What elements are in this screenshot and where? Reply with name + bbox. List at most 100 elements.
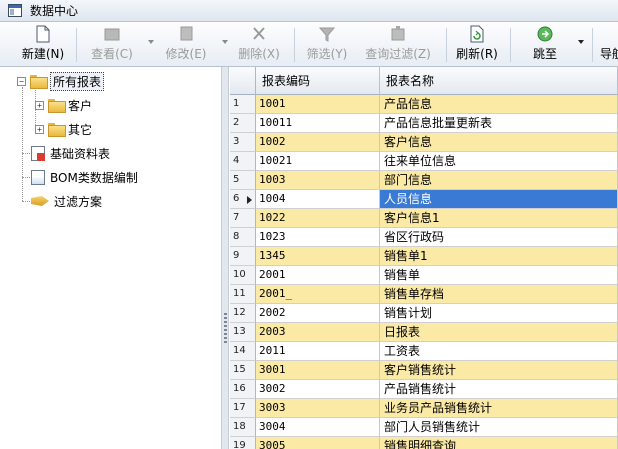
row-number[interactable]: 4 [230, 152, 256, 171]
table-row[interactable]: 12 2002 销售计划 [230, 304, 618, 323]
table-row[interactable]: 9 1345 销售单1 [230, 247, 618, 266]
table-row[interactable]: 3 1002 客户信息 [230, 133, 618, 152]
tree-node-bom[interactable]: BOM类数据编制 [31, 167, 138, 187]
cell-report-code[interactable]: 10011 [256, 114, 380, 133]
pane-splitter[interactable] [222, 67, 229, 449]
row-number[interactable]: 13 [230, 323, 256, 342]
row-number[interactable]: 8 [230, 228, 256, 247]
filter-button[interactable]: 筛选(Y) [304, 25, 350, 65]
row-number[interactable]: 7 [230, 209, 256, 228]
row-number[interactable]: 15 [230, 361, 256, 380]
cell-report-name[interactable]: 客户信息 [380, 133, 618, 152]
row-number[interactable]: 14 [230, 342, 256, 361]
row-header-corner[interactable] [230, 67, 256, 95]
tree-node-customer[interactable]: + 客户 [35, 95, 92, 115]
row-number[interactable]: 19 [230, 437, 256, 449]
row-number[interactable]: 1 [230, 95, 256, 114]
cell-report-code[interactable]: 1003 [256, 171, 380, 190]
cell-report-code[interactable]: 10021 [256, 152, 380, 171]
refresh-button[interactable]: 刷新(R) [454, 25, 500, 65]
cell-report-code[interactable]: 3002 [256, 380, 380, 399]
row-number[interactable]: 16 [230, 380, 256, 399]
cell-report-name[interactable]: 产品销售统计 [380, 380, 618, 399]
collapse-icon[interactable]: − [17, 76, 26, 86]
cell-report-name[interactable]: 人员信息 [380, 190, 618, 209]
row-number[interactable]: 9 [230, 247, 256, 266]
table-row[interactable]: 6 1004 人员信息 [230, 190, 618, 209]
cell-report-code[interactable]: 2003 [256, 323, 380, 342]
row-number[interactable]: 18 [230, 418, 256, 437]
edit-dropdown-arrow[interactable] [222, 40, 228, 44]
row-number[interactable]: 2 [230, 114, 256, 133]
cell-report-name[interactable]: 销售单1 [380, 247, 618, 266]
cell-report-name[interactable]: 销售计划 [380, 304, 618, 323]
cell-report-name[interactable]: 客户信息1 [380, 209, 618, 228]
cell-report-code[interactable]: 3005 [256, 437, 380, 449]
expand-icon[interactable]: + [35, 100, 44, 110]
cell-report-code[interactable]: 2001_ [256, 285, 380, 304]
column-header-code[interactable]: 报表编码 [256, 67, 380, 95]
cell-report-code[interactable]: 3003 [256, 399, 380, 418]
expand-icon[interactable]: + [35, 124, 44, 134]
table-row[interactable]: 18 3004 部门人员销售统计 [230, 418, 618, 437]
cell-report-name[interactable]: 销售单存档 [380, 285, 618, 304]
tree-node-basic-data[interactable]: 基础资料表 [31, 143, 110, 163]
jump-dropdown-arrow[interactable] [578, 40, 584, 44]
delete-button[interactable]: 删除(X) [236, 25, 282, 65]
row-number[interactable]: 6 [230, 190, 256, 209]
table-row[interactable]: 17 3003 业务员产品销售统计 [230, 399, 618, 418]
cell-report-name[interactable]: 部门人员销售统计 [380, 418, 618, 437]
table-row[interactable]: 10 2001 销售单 [230, 266, 618, 285]
row-number[interactable]: 17 [230, 399, 256, 418]
cell-report-code[interactable]: 1002 [256, 133, 380, 152]
table-row[interactable]: 8 1023 省区行政码 [230, 228, 618, 247]
splitter-grip[interactable] [224, 313, 227, 343]
table-row[interactable]: 5 1003 部门信息 [230, 171, 618, 190]
tree-node-filter-schemes[interactable]: 过滤方案 [31, 191, 102, 211]
cell-report-code[interactable]: 1023 [256, 228, 380, 247]
table-row[interactable]: 11 2001_ 销售单存档 [230, 285, 618, 304]
table-row[interactable]: 7 1022 客户信息1 [230, 209, 618, 228]
view-button[interactable]: 查看(C) [88, 25, 136, 65]
tree-node-all-reports[interactable]: − 所有报表 [17, 71, 105, 91]
cell-report-name[interactable]: 产品信息批量更新表 [380, 114, 618, 133]
cell-report-name[interactable]: 业务员产品销售统计 [380, 399, 618, 418]
table-row[interactable]: 2 10011 产品信息批量更新表 [230, 114, 618, 133]
row-number[interactable]: 3 [230, 133, 256, 152]
cell-report-name[interactable]: 产品信息 [380, 95, 618, 114]
edit-button[interactable]: 修改(E) [162, 25, 210, 65]
cell-report-code[interactable]: 2011 [256, 342, 380, 361]
cell-report-name[interactable]: 销售单 [380, 266, 618, 285]
cell-report-code[interactable]: 3001 [256, 361, 380, 380]
cell-report-name[interactable]: 省区行政码 [380, 228, 618, 247]
table-row[interactable]: 19 3005 销售明细查询 [230, 437, 618, 449]
row-number[interactable]: 11 [230, 285, 256, 304]
cell-report-name[interactable]: 客户销售统计 [380, 361, 618, 380]
query-filter-button[interactable]: 查询过滤(Z) [362, 25, 434, 65]
row-number[interactable]: 12 [230, 304, 256, 323]
table-row[interactable]: 14 2011 工资表 [230, 342, 618, 361]
cell-report-code[interactable]: 1022 [256, 209, 380, 228]
cell-report-name[interactable]: 工资表 [380, 342, 618, 361]
jump-button[interactable]: 跳至 [524, 25, 566, 65]
guide-button[interactable]: 导航 [600, 25, 618, 65]
cell-report-code[interactable]: 1345 [256, 247, 380, 266]
cell-report-name[interactable]: 销售明细查询 [380, 437, 618, 449]
cell-report-code[interactable]: 3004 [256, 418, 380, 437]
cell-report-code[interactable]: 2001 [256, 266, 380, 285]
view-dropdown-arrow[interactable] [148, 40, 154, 44]
row-number[interactable]: 10 [230, 266, 256, 285]
new-button[interactable]: 新建(N) [20, 25, 66, 65]
table-row[interactable]: 15 3001 客户销售统计 [230, 361, 618, 380]
cell-report-code[interactable]: 2002 [256, 304, 380, 323]
cell-report-name[interactable]: 往来单位信息 [380, 152, 618, 171]
table-row[interactable]: 16 3002 产品销售统计 [230, 380, 618, 399]
table-row[interactable]: 1 1001 产品信息 [230, 95, 618, 114]
table-row[interactable]: 4 10021 往来单位信息 [230, 152, 618, 171]
column-header-name[interactable]: 报表名称 [380, 67, 618, 95]
tree-node-other[interactable]: + 其它 [35, 119, 92, 139]
row-number[interactable]: 5 [230, 171, 256, 190]
cell-report-code[interactable]: 1001 [256, 95, 380, 114]
cell-report-name[interactable]: 部门信息 [380, 171, 618, 190]
table-row[interactable]: 13 2003 日报表 [230, 323, 618, 342]
